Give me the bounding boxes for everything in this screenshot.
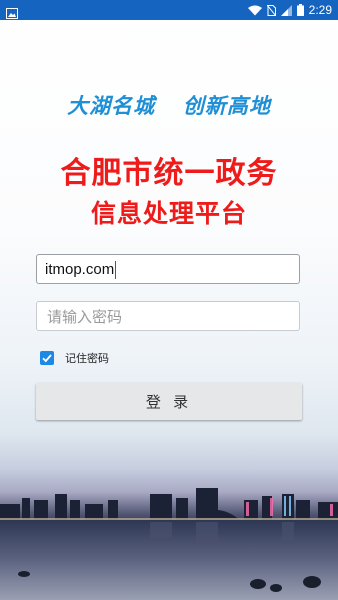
remember-label: 记住密码 bbox=[65, 353, 109, 365]
password-field[interactable] bbox=[36, 301, 300, 332]
clock: 2:29 bbox=[308, 3, 332, 17]
text-caret bbox=[115, 261, 117, 280]
image-icon bbox=[6, 4, 18, 19]
slogan-part1: 大湖名城 bbox=[67, 95, 156, 118]
username-value: itmop.com bbox=[45, 261, 115, 278]
status-bar: 2:29 bbox=[0, 0, 338, 20]
username-field[interactable]: itmop.com bbox=[36, 254, 300, 284]
city-skyline-image bbox=[0, 488, 338, 600]
signal-icon bbox=[280, 1, 292, 20]
login-button[interactable]: 登 录 bbox=[36, 383, 302, 420]
remember-password[interactable]: 记住密码 bbox=[40, 349, 109, 367]
password-input[interactable] bbox=[45, 302, 295, 332]
battery-icon bbox=[296, 1, 304, 20]
status-icons: 2:29 bbox=[247, 0, 332, 20]
check-icon bbox=[42, 354, 52, 363]
slogan: 大湖名城 创新高地 bbox=[0, 90, 338, 120]
page-subtitle: 信息处理平台 bbox=[90, 200, 247, 228]
page-title: 合肥市统一政务 bbox=[60, 157, 278, 190]
remember-checkbox[interactable] bbox=[40, 351, 54, 365]
wifi-icon bbox=[247, 1, 262, 20]
sim-off-icon bbox=[266, 1, 277, 20]
slogan-part2: 创新高地 bbox=[182, 95, 271, 118]
